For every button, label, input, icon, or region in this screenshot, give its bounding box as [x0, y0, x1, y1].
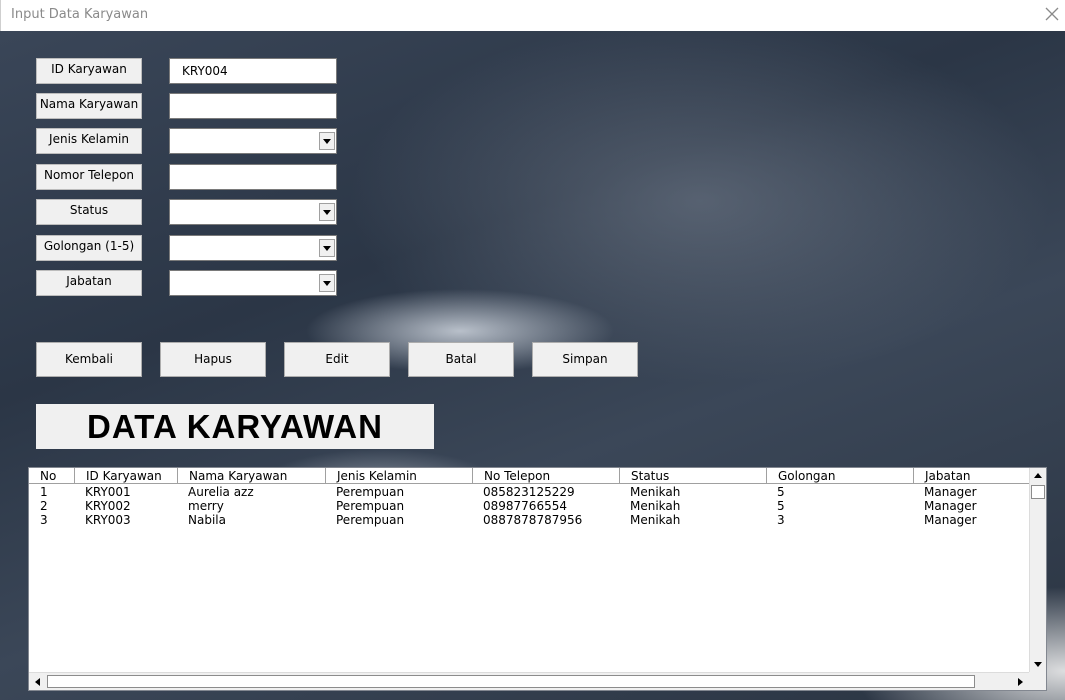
- vertical-scroll-thumb[interactable]: [1031, 485, 1045, 499]
- cell-no: 2: [40, 499, 48, 513]
- table-row[interactable]: 2 KRY002 merry Perempuan 08987766554 Men…: [29, 499, 1029, 513]
- label-jenis-kelamin: Jenis Kelamin: [36, 128, 142, 154]
- cell-telepon: 085823125229: [483, 485, 575, 499]
- window-title: Input Data Karyawan: [11, 7, 149, 22]
- scroll-down-icon[interactable]: [1030, 656, 1046, 672]
- batal-button[interactable]: Batal: [408, 342, 514, 377]
- employee-listbox[interactable]: No ID Karyawan Nama Karyawan Jenis Kelam…: [28, 467, 1047, 691]
- edit-button[interactable]: Edit: [284, 342, 390, 377]
- cell-golongan: 5: [777, 499, 785, 513]
- column-header-no: No: [40, 469, 57, 483]
- jenis-kelamin-select[interactable]: [169, 128, 337, 154]
- cell-status: Menikah: [630, 485, 681, 499]
- simpan-button[interactable]: Simpan: [532, 342, 638, 377]
- cell-telepon: 08987766554: [483, 499, 567, 513]
- chevron-down-icon[interactable]: [319, 203, 335, 221]
- scroll-up-icon[interactable]: [1030, 468, 1046, 484]
- cell-id: KRY002: [85, 499, 131, 513]
- column-header-golongan: Golongan: [766, 468, 914, 483]
- cell-status: Menikah: [630, 513, 681, 527]
- status-select[interactable]: [169, 199, 337, 225]
- table-header: No ID Karyawan Nama Karyawan Jenis Kelam…: [29, 468, 1029, 484]
- column-header-jabatan: Jabatan: [913, 468, 1029, 483]
- golongan-select[interactable]: [169, 235, 337, 261]
- label-nomor-telepon: Nomor Telepon: [36, 164, 142, 190]
- title-bar: Input Data Karyawan: [0, 0, 1065, 31]
- table-row[interactable]: 3 KRY003 Nabila Perempuan 0887878787956 …: [29, 513, 1029, 527]
- column-header-telepon: No Telepon: [472, 468, 620, 483]
- cell-nama: Nabila: [188, 513, 226, 527]
- cell-jabatan: Manager: [924, 485, 977, 499]
- cell-jenis-kelamin: Perempuan: [336, 485, 405, 499]
- cell-no: 1: [40, 485, 48, 499]
- cell-nama: Aurelia azz: [188, 485, 254, 499]
- label-nama-karyawan: Nama Karyawan: [36, 93, 142, 119]
- cell-nama: merry: [188, 499, 224, 513]
- id-karyawan-input[interactable]: KRY004: [169, 58, 337, 84]
- cell-golongan: 5: [777, 485, 785, 499]
- cell-status: Menikah: [630, 499, 681, 513]
- cell-jenis-kelamin: Perempuan: [336, 499, 405, 513]
- cell-jabatan: Manager: [924, 513, 977, 527]
- chevron-down-icon[interactable]: [319, 239, 335, 257]
- cell-jabatan: Manager: [924, 499, 977, 513]
- cell-id: KRY001: [85, 485, 131, 499]
- close-icon[interactable]: [1041, 3, 1063, 25]
- section-heading: DATA KARYAWAN: [36, 404, 434, 449]
- nomor-telepon-input[interactable]: [169, 164, 337, 190]
- scroll-left-icon[interactable]: [30, 674, 46, 690]
- scrollbar-corner: [1029, 672, 1046, 690]
- label-jabatan: Jabatan: [36, 270, 142, 296]
- chevron-down-icon[interactable]: [319, 132, 335, 150]
- cell-telepon: 0887878787956: [483, 513, 583, 527]
- cell-id: KRY003: [85, 513, 131, 527]
- label-status: Status: [36, 199, 142, 225]
- cell-no: 3: [40, 513, 48, 527]
- jabatan-select[interactable]: [169, 270, 337, 296]
- column-header-status: Status: [619, 468, 767, 483]
- column-header-nama: Nama Karyawan: [177, 468, 325, 483]
- scroll-right-icon[interactable]: [1012, 674, 1028, 690]
- label-id-karyawan: ID Karyawan: [36, 58, 142, 84]
- chevron-down-icon[interactable]: [319, 274, 335, 292]
- label-golongan: Golongan (1-5): [36, 235, 142, 261]
- cell-golongan: 3: [777, 513, 785, 527]
- form-body: ID Karyawan Nama Karyawan Jenis Kelamin …: [0, 31, 1065, 700]
- kembali-button[interactable]: Kembali: [36, 342, 142, 377]
- horizontal-scroll-thumb[interactable]: [47, 675, 975, 688]
- cell-jenis-kelamin: Perempuan: [336, 513, 405, 527]
- hapus-button[interactable]: Hapus: [160, 342, 266, 377]
- nama-karyawan-input[interactable]: [169, 93, 337, 119]
- vertical-scrollbar[interactable]: [1029, 468, 1046, 672]
- horizontal-scrollbar[interactable]: [29, 672, 1029, 690]
- column-header-id: ID Karyawan: [74, 468, 178, 483]
- column-header-jenis-kelamin: Jenis Kelamin: [325, 468, 473, 483]
- table-row[interactable]: 1 KRY001 Aurelia azz Perempuan 085823125…: [29, 485, 1029, 499]
